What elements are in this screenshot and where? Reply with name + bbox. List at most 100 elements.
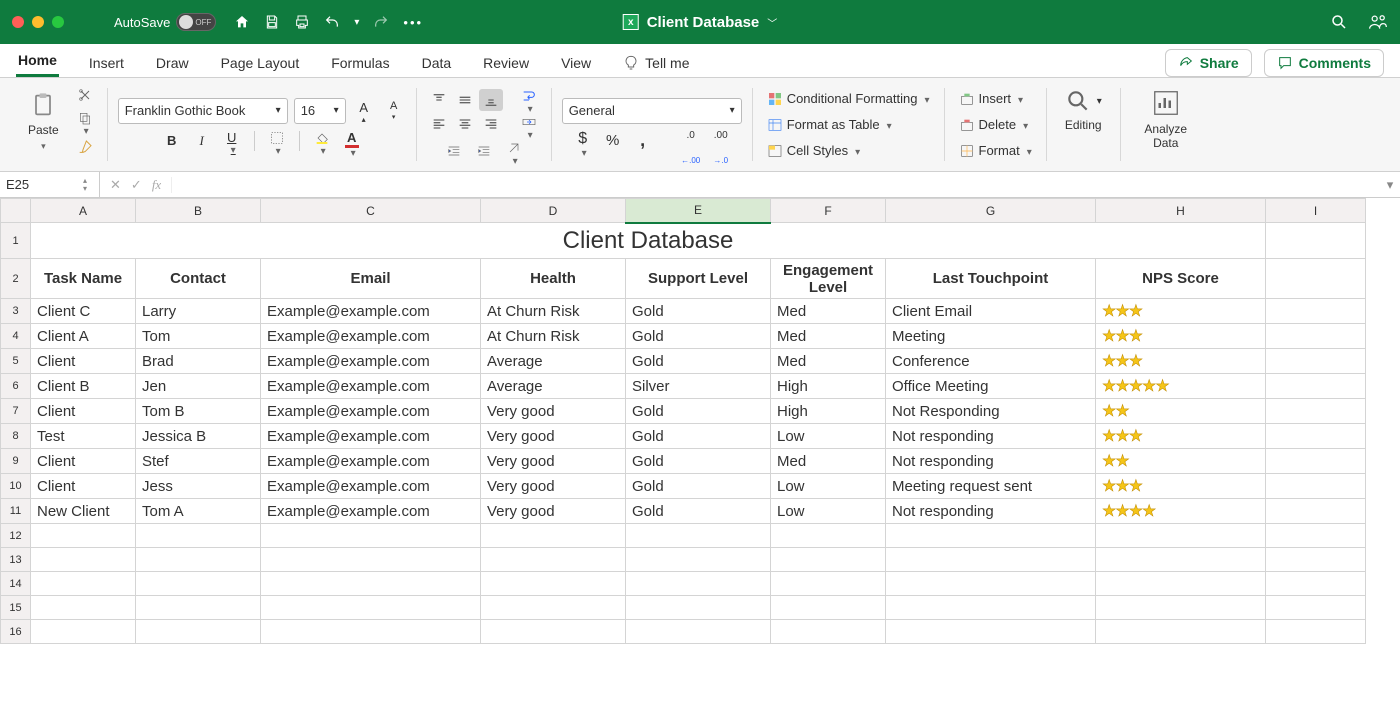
merge-button[interactable] (517, 114, 541, 136)
row-header[interactable]: 9 (1, 449, 31, 474)
spreadsheet-grid[interactable]: ABCDEFGHI 1Client Database2Task NameCont… (0, 198, 1400, 715)
column-header-A[interactable]: A (31, 199, 136, 223)
cell[interactable]: Brad (136, 349, 261, 374)
cell[interactable]: At Churn Risk (481, 324, 626, 349)
column-header-G[interactable]: G (886, 199, 1096, 223)
cell[interactable] (261, 620, 481, 644)
more-icon[interactable]: ••• (403, 15, 423, 30)
autosave-switch[interactable]: OFF (176, 13, 216, 31)
format-as-table-button[interactable]: Format as Table (763, 113, 896, 137)
cell[interactable]: Client (31, 349, 136, 374)
cell[interactable] (481, 572, 626, 596)
tab-review[interactable]: Review (481, 49, 531, 77)
cell[interactable]: Example@example.com (261, 299, 481, 324)
cancel-formula-icon[interactable]: ✕ (110, 177, 121, 193)
column-header-F[interactable]: F (771, 199, 886, 223)
cell[interactable] (481, 620, 626, 644)
cell[interactable] (626, 620, 771, 644)
column-header-D[interactable]: D (481, 199, 626, 223)
cell[interactable]: Example@example.com (261, 374, 481, 399)
row-header[interactable]: 3 (1, 299, 31, 324)
cell[interactable]: Client (31, 474, 136, 499)
row-header[interactable]: 2 (1, 259, 31, 299)
cell[interactable] (1266, 449, 1366, 474)
cell[interactable]: Very good (481, 449, 626, 474)
align-bottom-button[interactable] (479, 89, 503, 111)
enter-formula-icon[interactable]: ✓ (131, 177, 142, 193)
editing-button[interactable]: ▾ Editing (1057, 84, 1110, 136)
cell[interactable]: Office Meeting (886, 374, 1096, 399)
cell[interactable] (886, 572, 1096, 596)
row-header[interactable]: 7 (1, 399, 31, 424)
orientation-button[interactable] (502, 140, 526, 162)
cell[interactable] (771, 620, 886, 644)
cell[interactable]: Support Level (626, 259, 771, 299)
cell[interactable] (136, 572, 261, 596)
column-header-I[interactable]: I (1266, 199, 1366, 223)
cell[interactable] (626, 548, 771, 572)
cell[interactable]: ★★ (1096, 399, 1266, 424)
cell[interactable]: Stef (136, 449, 261, 474)
cell[interactable]: Very good (481, 474, 626, 499)
cell[interactable]: Tom B (136, 399, 261, 424)
cell[interactable] (626, 572, 771, 596)
delete-cells-button[interactable]: Delete (955, 113, 1033, 137)
cell[interactable] (1266, 424, 1366, 449)
cell[interactable]: Example@example.com (261, 424, 481, 449)
cell[interactable] (261, 596, 481, 620)
font-size-select[interactable]: 16▾ (294, 98, 346, 124)
cell[interactable]: Low (771, 474, 886, 499)
conditional-formatting-button[interactable]: Conditional Formatting (763, 87, 934, 111)
cell[interactable]: Meeting request sent (886, 474, 1096, 499)
cell[interactable]: Not responding (886, 449, 1096, 474)
cell[interactable] (1096, 620, 1266, 644)
wrap-text-button[interactable] (517, 88, 541, 110)
cell[interactable]: Client A (31, 324, 136, 349)
cell[interactable]: Example@example.com (261, 499, 481, 524)
cell[interactable]: Very good (481, 399, 626, 424)
fx-icon[interactable]: fx (152, 177, 161, 193)
cell[interactable] (886, 596, 1096, 620)
cell[interactable]: ★★★ (1096, 299, 1266, 324)
cell[interactable]: Client C (31, 299, 136, 324)
cell[interactable] (1266, 374, 1366, 399)
cell[interactable] (1266, 474, 1366, 499)
cell[interactable]: Client (31, 449, 136, 474)
cell[interactable] (1266, 324, 1366, 349)
increase-font-button[interactable]: A▴ (352, 100, 376, 122)
row-header[interactable]: 10 (1, 474, 31, 499)
cell[interactable]: Task Name (31, 259, 136, 299)
cell[interactable] (481, 548, 626, 572)
cell-styles-button[interactable]: Cell Styles (763, 139, 864, 163)
cell[interactable]: Conference (886, 349, 1096, 374)
row-header[interactable]: 4 (1, 324, 31, 349)
cell[interactable] (1266, 399, 1366, 424)
align-center-button[interactable] (453, 113, 477, 135)
cell[interactable] (31, 548, 136, 572)
cell[interactable] (1266, 596, 1366, 620)
cell[interactable] (1096, 524, 1266, 548)
cell[interactable]: Test (31, 424, 136, 449)
cell[interactable]: At Churn Risk (481, 299, 626, 324)
sheet-title-cell[interactable]: Client Database (31, 223, 1266, 259)
save-icon[interactable] (264, 14, 280, 30)
cell[interactable] (1096, 548, 1266, 572)
cell[interactable] (886, 548, 1096, 572)
cell[interactable]: Very good (481, 424, 626, 449)
cell[interactable]: ★★★★★ (1096, 374, 1266, 399)
column-header-C[interactable]: C (261, 199, 481, 223)
cell[interactable] (626, 596, 771, 620)
borders-button[interactable] (265, 130, 289, 152)
row-header[interactable]: 1 (1, 223, 31, 259)
cell[interactable]: ★★★ (1096, 424, 1266, 449)
cell[interactable] (1266, 548, 1366, 572)
tab-data[interactable]: Data (420, 49, 454, 77)
cell[interactable]: ★★ (1096, 449, 1266, 474)
format-cells-button[interactable]: Format (955, 139, 1036, 163)
cell[interactable]: Med (771, 324, 886, 349)
decrease-indent-button[interactable] (442, 140, 466, 162)
cell[interactable]: ★★★ (1096, 349, 1266, 374)
cell[interactable]: Email (261, 259, 481, 299)
cell[interactable] (1266, 499, 1366, 524)
cell[interactable]: Gold (626, 449, 771, 474)
